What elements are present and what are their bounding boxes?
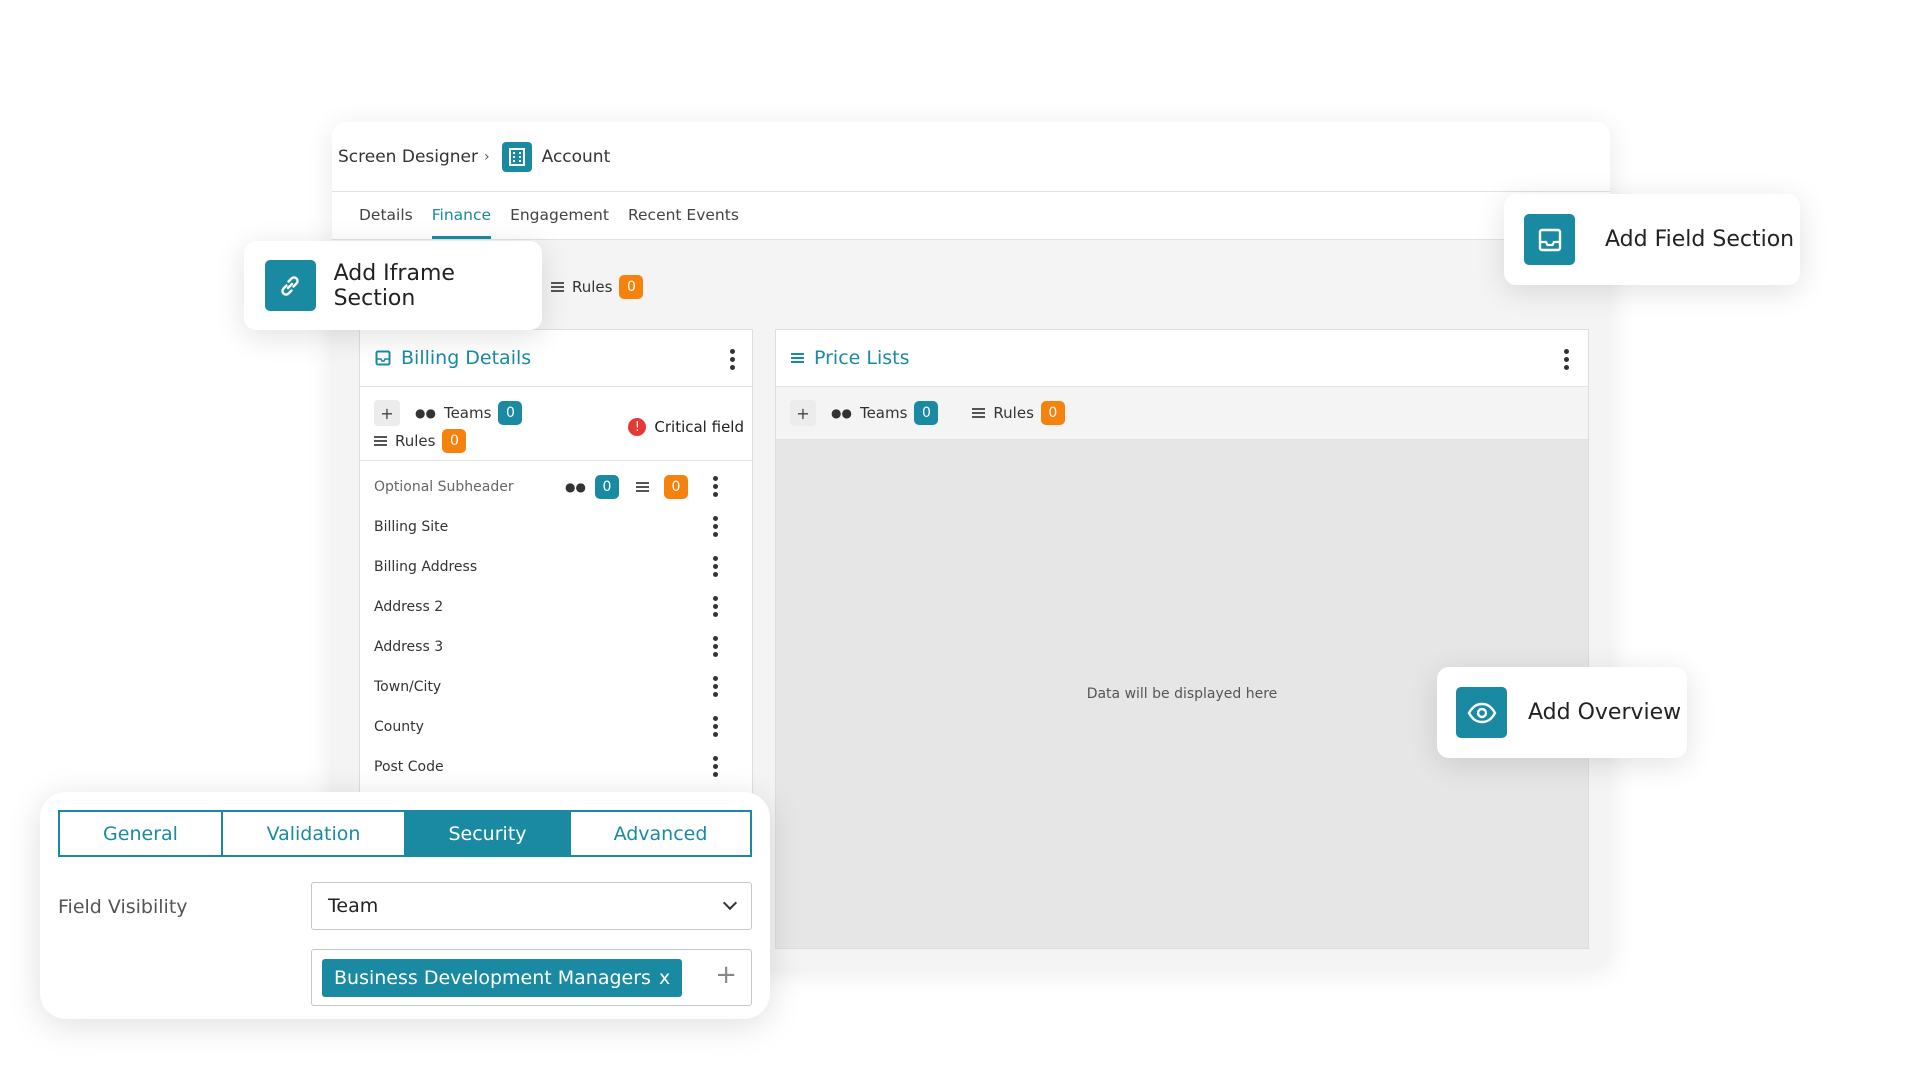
list-icon xyxy=(791,352,804,364)
critical-field-label: Critical field xyxy=(654,418,744,436)
billing-rules-label[interactable]: Rules xyxy=(395,432,435,450)
team-tag: Business Development Managers x xyxy=(322,959,683,997)
price-lists-panel: Price Lists + ●● Teams 0 Rules 0 Data wi… xyxy=(775,329,1589,949)
page-rules[interactable]: Rules 0 xyxy=(551,275,644,299)
field-row-county[interactable]: County xyxy=(360,707,752,747)
team-tag-input[interactable]: Business Development Managers x + xyxy=(311,949,752,1006)
subheader-rules-count: 0 xyxy=(664,475,688,499)
inbox-icon xyxy=(1524,214,1575,265)
add-iframe-section-card[interactable]: Add Iframe Section xyxy=(244,241,542,330)
billing-rules-count: 0 xyxy=(442,429,467,453)
billing-teams-label[interactable]: Teams xyxy=(444,404,491,422)
people-icon: ●● xyxy=(565,480,586,494)
tab-general[interactable]: General xyxy=(60,812,223,855)
field-row-post-code[interactable]: Post Code xyxy=(360,747,752,787)
chevron-down-icon xyxy=(722,895,738,911)
billing-details-menu-icon[interactable] xyxy=(730,349,735,373)
link-icon xyxy=(265,260,316,311)
price-lists-title: Price Lists xyxy=(814,347,910,369)
field-menu-icon[interactable] xyxy=(713,596,718,620)
add-button[interactable]: + xyxy=(374,400,400,426)
breadcrumb-entity: Account xyxy=(541,146,611,167)
field-row-address-2[interactable]: Address 2 xyxy=(360,587,752,627)
alert-icon: ! xyxy=(628,418,647,436)
tab-advanced[interactable]: Advanced xyxy=(571,812,750,855)
people-icon: ●● xyxy=(831,406,852,420)
tab-details[interactable]: Details xyxy=(359,206,413,239)
inbox-icon xyxy=(375,350,391,366)
breadcrumb-root[interactable]: Screen Designer xyxy=(338,147,478,167)
tab-security[interactable]: Security xyxy=(406,812,571,855)
subheader-label: Optional Subheader xyxy=(374,479,514,495)
field-menu-icon[interactable] xyxy=(713,636,718,660)
billing-teams-count: 0 xyxy=(498,401,523,425)
field-row-billing-address[interactable]: Billing Address xyxy=(360,547,752,587)
field-menu-icon[interactable] xyxy=(713,716,718,740)
page-rules-count: 0 xyxy=(619,275,644,299)
field-settings-card: General Validation Security Advanced Fie… xyxy=(40,792,770,1019)
page-rules-label: Rules xyxy=(572,278,613,296)
list-icon xyxy=(551,281,564,293)
field-row-address-3[interactable]: Address 3 xyxy=(360,627,752,667)
field-label: Address 3 xyxy=(374,639,444,655)
visibility-select-value: Team xyxy=(328,895,379,917)
tab-recent-events[interactable]: Recent Events xyxy=(628,206,739,239)
price-lists-teams-label[interactable]: Teams xyxy=(860,404,907,422)
field-label: County xyxy=(374,719,424,735)
tag-remove-button[interactable]: x xyxy=(659,967,670,989)
field-label: Billing Address xyxy=(374,559,478,575)
price-lists-rules-label[interactable]: Rules xyxy=(993,404,1033,422)
field-row-town-city[interactable]: Town/City xyxy=(360,667,752,707)
building-icon xyxy=(501,141,532,172)
tab-bar: Details Finance Engagement Recent Events xyxy=(332,192,1610,240)
price-lists-menu-icon[interactable] xyxy=(1564,349,1569,373)
field-label: Town/City xyxy=(374,679,442,695)
subheader-row[interactable]: Optional Subheader ●● 0 0 xyxy=(360,467,752,507)
settings-tabs: General Validation Security Advanced xyxy=(58,810,752,857)
field-visibility-label: Field Visibility xyxy=(58,896,188,918)
price-lists-header: Price Lists xyxy=(776,330,1588,387)
price-lists-controls: + ●● Teams 0 Rules 0 xyxy=(776,387,1588,440)
field-label: Post Code xyxy=(374,759,444,775)
team-tag-label: Business Development Managers xyxy=(334,967,651,989)
price-lists-rules-count: 0 xyxy=(1040,401,1065,425)
billing-details-title: Billing Details xyxy=(401,347,532,369)
list-icon xyxy=(636,482,649,493)
field-row-billing-site[interactable]: Billing Site xyxy=(360,507,752,547)
tab-validation[interactable]: Validation xyxy=(223,812,406,855)
add-tag-button[interactable]: + xyxy=(715,960,737,990)
price-lists-teams-count: 0 xyxy=(914,401,939,425)
field-menu-icon[interactable] xyxy=(713,756,718,780)
people-icon: ●● xyxy=(415,406,436,420)
field-menu-icon[interactable] xyxy=(713,676,718,700)
tab-finance[interactable]: Finance xyxy=(431,206,492,239)
tab-engagement[interactable]: Engagement xyxy=(510,206,609,239)
top-bar: Screen Designer › Account xyxy=(332,122,1610,192)
field-label: Address 2 xyxy=(374,599,444,615)
field-menu-icon[interactable] xyxy=(713,556,718,580)
add-field-section-label: Add Field Section xyxy=(1605,227,1795,252)
subheader-teams-count: 0 xyxy=(595,475,619,499)
breadcrumb-separator: › xyxy=(484,148,490,165)
visibility-select[interactable]: Team xyxy=(311,882,752,930)
subheader-menu-icon[interactable] xyxy=(713,476,718,500)
add-overview-card[interactable]: Add Overview xyxy=(1437,667,1687,758)
billing-details-header: Billing Details xyxy=(360,330,752,387)
add-field-section-card[interactable]: Add Field Section xyxy=(1504,194,1800,285)
add-iframe-section-label: Add Iframe Section xyxy=(333,260,455,311)
field-menu-icon[interactable] xyxy=(713,516,718,540)
billing-controls: + ●● Teams 0 Rules 0 ! Critical field xyxy=(374,400,744,453)
field-label: Billing Site xyxy=(374,519,449,535)
eye-icon xyxy=(1456,687,1507,738)
add-button[interactable]: + xyxy=(790,400,816,426)
list-icon xyxy=(374,435,387,447)
list-icon xyxy=(972,407,986,419)
add-overview-label: Add Overview xyxy=(1528,700,1682,725)
